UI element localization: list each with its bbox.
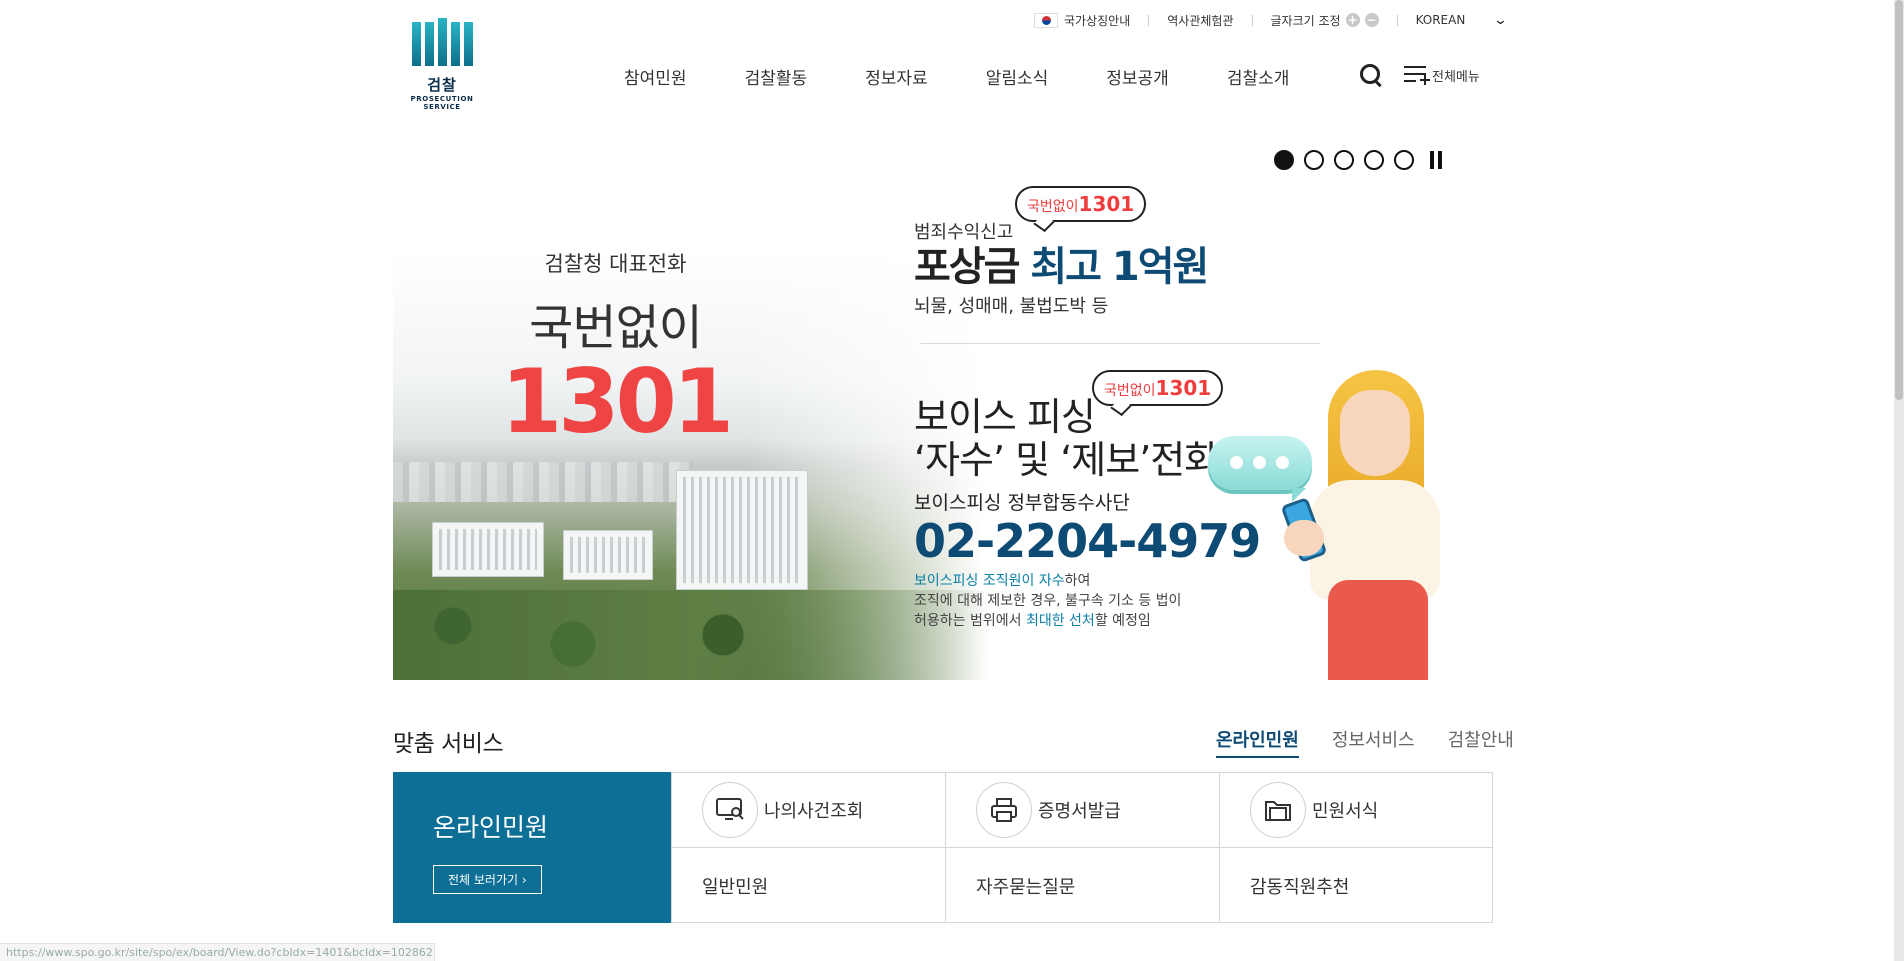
- divider: [1148, 14, 1150, 26]
- speech-bubble: 국번없이1301: [1015, 186, 1147, 222]
- side-building: [432, 522, 544, 577]
- trees: [393, 590, 993, 680]
- reward-headline-b: 최고 1억원: [1030, 244, 1209, 290]
- feature-panel: 온라인민원 전체 보러가기 ›: [393, 772, 671, 923]
- section-title: 맞춤 서비스: [393, 731, 504, 757]
- service-faq[interactable]: 자주묻는질문: [945, 848, 1219, 923]
- menu-icon: [1404, 64, 1430, 86]
- phishing-phone: 02-2204-4979: [914, 514, 1261, 568]
- side-building: [563, 530, 653, 580]
- bubble-number: 1301: [1078, 192, 1135, 216]
- reward-promo[interactable]: 범죄수익신고 포상금 최고 1억원 뇌물, 성매매, 불법도박 등: [914, 218, 1209, 318]
- main-nav: 참여민원 검찰활동 정보자료 알림소식 정보공개 검찰소개: [624, 64, 1347, 89]
- service-label: 자주묻는질문: [976, 876, 1076, 898]
- utility-bar: 국가상징안내 역사관체험관 글자크기 조정 + − KOREAN ⌄: [1034, 10, 1509, 30]
- slide-dot-2[interactable]: [1304, 150, 1324, 170]
- printer-icon: [976, 782, 1032, 838]
- service-certificate[interactable]: 증명서발급: [945, 773, 1219, 848]
- desc-text: 하여: [1064, 573, 1091, 589]
- tab-info-service[interactable]: 정보서비스: [1332, 726, 1415, 758]
- divider: [1251, 14, 1253, 26]
- tab-prosecution-guide[interactable]: 검찰안내: [1448, 726, 1514, 758]
- font-decrease-button[interactable]: −: [1364, 13, 1379, 27]
- reward-headline-a: 포상금: [914, 244, 1020, 290]
- pause-icon[interactable]: [1430, 151, 1442, 169]
- tab-online-civil[interactable]: 온라인민원: [1216, 726, 1299, 758]
- service-label: 일반민원: [702, 876, 769, 898]
- nav-news[interactable]: 알림소식: [986, 64, 1049, 89]
- nav-information[interactable]: 정보자료: [865, 64, 928, 89]
- representative-phone: 검찰청 대표전화 국번없이 1301: [393, 248, 838, 446]
- history-hall-link[interactable]: 역사관체험관: [1167, 12, 1233, 29]
- search-icon[interactable]: [1358, 62, 1384, 88]
- rep-phone-title: 검찰청 대표전화: [544, 252, 687, 276]
- view-all-button[interactable]: 전체 보러가기 ›: [433, 865, 542, 894]
- desc-text: 허용하는 범위에서: [914, 613, 1026, 629]
- phishing-team: 보이스피싱 정부합동수사단: [914, 492, 1130, 514]
- service-general-civil[interactable]: 일반민원: [671, 848, 945, 923]
- nav-activities[interactable]: 검찰활동: [745, 64, 808, 89]
- all-menu-button[interactable]: 전체메뉴: [1404, 64, 1480, 86]
- slide-dot-3[interactable]: [1334, 150, 1354, 170]
- scrollbar[interactable]: [1894, 0, 1904, 961]
- reward-headline: 포상금 최고 1억원: [914, 244, 1209, 290]
- service-case-lookup[interactable]: 나의사건조회: [671, 773, 945, 848]
- phishing-desc: 보이스피싱 조직원이 자수하여 조직에 대해 제보한 경우, 불구속 기소 등 …: [914, 571, 1260, 631]
- slide-dot-4[interactable]: [1364, 150, 1384, 170]
- font-size-label: 글자크기 조정: [1270, 13, 1341, 28]
- service-label: 나의사건조회: [764, 801, 864, 822]
- language-select[interactable]: KOREAN ⌄: [1415, 12, 1509, 28]
- logo-korean: 검찰: [427, 76, 457, 94]
- slide-dot-5[interactable]: [1394, 150, 1414, 170]
- nav-disclosure[interactable]: 정보공개: [1106, 64, 1169, 89]
- phishing-title-1: 보이스 피싱: [914, 395, 1096, 439]
- service-staff-recommend[interactable]: 감동직원추천: [1219, 848, 1493, 923]
- service-label: 민원서식: [1312, 801, 1379, 822]
- service-label: 증명서발급: [1038, 801, 1121, 822]
- phishing-promo[interactable]: 보이스 피싱 ‘자수’ 및 ‘제보’전화 보이스피싱 정부합동수사단 02-22…: [914, 395, 1261, 631]
- status-bar-url: https://www.spo.go.kr/site/spo/ex/board/…: [0, 943, 435, 961]
- logo-mark: [392, 18, 492, 66]
- font-increase-button[interactable]: +: [1345, 13, 1360, 27]
- nav-about[interactable]: 검찰소개: [1227, 64, 1290, 89]
- chevron-right-icon: ›: [521, 873, 527, 887]
- feature-title: 온라인민원: [433, 813, 549, 842]
- reward-label: 범죄수익신고: [914, 222, 1014, 243]
- view-all-label: 전체 보러가기: [448, 873, 519, 887]
- desc-text: 조직에 대해 제보한 경우, 불구속 기소 등 법이: [914, 593, 1182, 609]
- logo[interactable]: 검찰 PROSECUTION SERVICE: [392, 18, 492, 111]
- desc-highlight: 보이스피싱 조직원이 자수: [914, 573, 1065, 589]
- chevron-down-icon: ⌄: [1493, 12, 1509, 28]
- service-forms[interactable]: 민원서식: [1219, 773, 1493, 848]
- reward-sub: 뇌물, 성매매, 불법도박 등: [914, 296, 1109, 317]
- language-label: KOREAN: [1415, 13, 1466, 27]
- divider: [1396, 14, 1398, 26]
- slider-controls: [1274, 150, 1442, 170]
- desc-text: 할 예정임: [1094, 613, 1151, 629]
- main-building: [676, 470, 808, 590]
- service-grid: 나의사건조회 증명서발급 민원서식 일반민원 자주묻는질문 감동직원추천: [671, 772, 1493, 923]
- slide-dot-1[interactable]: [1274, 150, 1294, 170]
- city-skyline: [393, 462, 693, 502]
- service-tabs: 온라인민원 정보서비스 검찰안내: [1183, 726, 1514, 758]
- folder-icon: [1250, 782, 1306, 838]
- woman-with-phone-illustration: [1280, 370, 1450, 680]
- service-label: 감동직원추천: [1250, 876, 1350, 898]
- all-menu-label: 전체메뉴: [1432, 69, 1480, 85]
- banner-divider: [920, 343, 1320, 344]
- nav-participation[interactable]: 참여민원: [624, 64, 687, 89]
- rep-phone-number: 1301: [501, 350, 734, 453]
- desc-highlight: 최대한 선처: [1025, 613, 1095, 629]
- bubble-prefix: 국번없이: [1027, 199, 1079, 215]
- taegukgi-icon: [1034, 12, 1058, 28]
- logo-english: PROSECUTION SERVICE: [410, 95, 474, 111]
- header-tools: 전체메뉴: [1358, 62, 1480, 88]
- national-symbol-link[interactable]: 국가상징안내: [1064, 12, 1130, 29]
- rep-phone-prefix: 국번없이: [529, 300, 703, 356]
- monitor-search-icon: [702, 782, 758, 838]
